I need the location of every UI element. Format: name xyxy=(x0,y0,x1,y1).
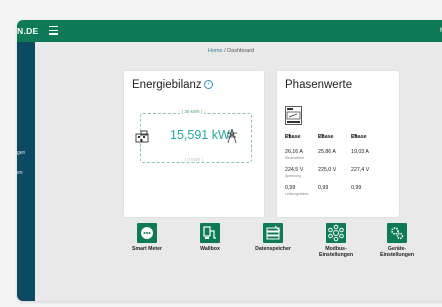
modbus-icon xyxy=(326,223,346,243)
table-cell: 0,99 xyxy=(318,185,329,191)
phase-card-title: Phasenwerte xyxy=(285,79,353,91)
row-label: Spannung xyxy=(285,174,301,178)
tile-label: Modbus- Einstellungen xyxy=(318,246,353,258)
smart-meter-icon xyxy=(137,223,157,243)
info-icon[interactable]: i xyxy=(203,80,213,90)
app-window: N.DE M gen en Home / Dashboard Energiebi… xyxy=(17,20,442,301)
flow-top-label: | 30 kWh | xyxy=(180,109,205,114)
tile-smart-meter[interactable]: Smart Meter xyxy=(117,223,177,252)
gears-icon xyxy=(387,223,407,243)
row-label: Leistungsfaktor xyxy=(285,192,309,196)
row-label: Stromstärke xyxy=(285,156,304,160)
phase-table: Phase L1 Phase L2 Phase L3 26,16 A 25,86 A … xyxy=(285,134,389,203)
tile-datenspeicher[interactable]: Datenspeicher xyxy=(243,223,303,252)
tile-label: Datenspeicher xyxy=(255,246,291,252)
sidebar-item[interactable]: en xyxy=(17,170,23,176)
tile-modbus-settings[interactable]: Modbus- Einstellungen xyxy=(306,223,366,258)
table-cell: 26,16 A xyxy=(285,149,303,155)
wallbox-icon xyxy=(200,223,220,243)
tile-label: Geräte- Einstellungen xyxy=(379,246,414,258)
data-storage-icon xyxy=(263,223,283,243)
breadcrumb-current: Dashboard xyxy=(227,48,255,54)
tile-wallbox[interactable]: Wallbox xyxy=(180,223,240,252)
power-factor-row: 0,99 0,99 0,99 Leistungsfaktor xyxy=(285,185,389,203)
table-cell: 224,5 V xyxy=(285,167,304,173)
flow-bottom-label: | 0 kWh | xyxy=(183,157,205,162)
navigation-tiles: Smart Meter Wallbox Datenspeicher Modbus… xyxy=(17,223,442,283)
sidebar-item[interactable]: gen xyxy=(17,150,25,156)
tile-label: Smart Meter xyxy=(132,246,162,252)
power-pylon-icon xyxy=(227,128,237,144)
menu-icon[interactable] xyxy=(49,26,58,35)
table-cell: 19,03 A xyxy=(351,149,369,155)
brand-logo[interactable]: N.DE xyxy=(17,20,39,42)
top-bar: N.DE M xyxy=(17,20,442,42)
energy-card-title: Energiebilanz i xyxy=(132,79,213,91)
phase-values-card: Phasenwerte Phase L1 Phase L2 Phase L3 26,1… xyxy=(277,71,399,217)
table-cell: 227,4 V xyxy=(351,167,370,173)
current-power-value: 15,591 kW xyxy=(170,128,230,142)
tile-label: Wallbox xyxy=(200,246,220,252)
voltage-row: 224,5 V 225,0 V 227,4 V Spannung xyxy=(285,167,389,185)
table-cell: 0,99 xyxy=(351,185,362,191)
phase-header-row: Phase L1 Phase L2 Phase L3 xyxy=(285,134,367,140)
tile-device-settings[interactable]: Geräte- Einstellungen xyxy=(367,223,427,258)
current-row: 26,16 A 25,86 A 19,03 A Stromstärke xyxy=(285,149,389,167)
breadcrumb-home[interactable]: Home xyxy=(208,48,223,54)
energy-balance-card: Energiebilanz i | 30 kWh | | 0 kWh | 15,5… xyxy=(124,71,264,217)
meter-icon xyxy=(285,106,302,125)
table-cell: 225,0 V xyxy=(318,167,337,173)
house-icon xyxy=(135,130,149,143)
breadcrumb-separator: / xyxy=(224,48,226,54)
table-cell: 0,99 xyxy=(285,185,296,191)
table-cell: 25,86 A xyxy=(318,149,336,155)
breadcrumb: Home / Dashboard xyxy=(17,48,442,54)
